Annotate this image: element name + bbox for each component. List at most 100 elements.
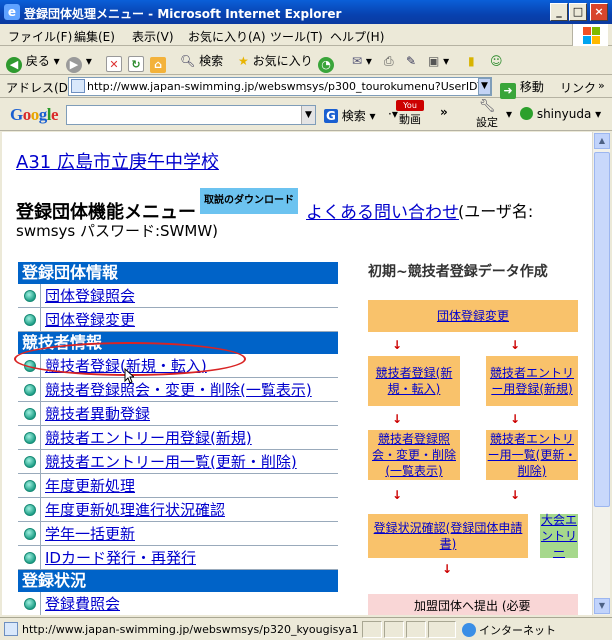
flow-entry-list-link[interactable]: 競技者エントリー用一覧(更新・削除) bbox=[486, 430, 578, 480]
menu-tools[interactable]: ツール(T) bbox=[270, 28, 323, 45]
home-button[interactable]: ⌂ bbox=[150, 51, 166, 73]
flow-tournament-entry-link[interactable]: 大会エントリー bbox=[540, 513, 578, 559]
settings-dropdown-icon[interactable]: ▾ bbox=[506, 107, 512, 121]
mail-icon: ✉ bbox=[352, 54, 363, 68]
mail-button[interactable]: ✉ ▾ bbox=[352, 51, 372, 71]
print-button[interactable]: ⎙ bbox=[384, 51, 394, 71]
function-menu: 登録団体情報 団体登録照会 団体登録変更 競技者情報 競技者登録(新規・転入) … bbox=[18, 262, 338, 615]
google-search-label: 検索 bbox=[341, 109, 366, 123]
google-search-input[interactable]: ▼ bbox=[66, 105, 316, 125]
address-input[interactable]: http://www.japan-swimming.jp/webswmsys/p… bbox=[68, 77, 492, 96]
flow-heading: 初期~競技者登録データ作成 bbox=[368, 264, 548, 280]
list-item: 団体登録照会 bbox=[18, 284, 338, 308]
address-label: アドレス(D) bbox=[6, 81, 73, 95]
status-url: http://www.japan-swimming.jp/webswmsys/p… bbox=[4, 621, 360, 638]
menu-link-grade-update[interactable]: 学年一括更新 bbox=[45, 525, 135, 543]
youtube-label: 動画 bbox=[399, 113, 421, 126]
refresh-button[interactable]: ↻ bbox=[128, 51, 144, 72]
menu-link-year-update[interactable]: 年度更新処理 bbox=[45, 477, 135, 495]
links-chevron-icon[interactable]: » bbox=[598, 79, 605, 92]
list-item: 競技者エントリー用一覧(更新・削除) bbox=[18, 450, 338, 474]
list-item: 学年一括更新 bbox=[18, 522, 338, 546]
manual-download-button[interactable]: 取説のダウンロード bbox=[200, 188, 298, 214]
menu-link-group-inquiry[interactable]: 団体登録照会 bbox=[45, 287, 135, 305]
user-name-label: (ユーザ名: bbox=[458, 202, 534, 221]
maximize-button[interactable]: □ bbox=[569, 3, 587, 21]
menu-link-year-update-status[interactable]: 年度更新処理進行状況確認 bbox=[45, 501, 225, 519]
youtube-button[interactable]: You 動画 bbox=[396, 100, 424, 127]
page-content: A31 広島市立庚午中学校 登録団体機能メニュー 取説のダウンロード よくある問… bbox=[2, 132, 592, 615]
settings-button[interactable]: 🔧︎ 設定 bbox=[472, 100, 502, 130]
messenger-icon: ☺ bbox=[490, 54, 503, 68]
stop-button[interactable]: ✕ bbox=[106, 51, 122, 72]
scroll-thumb[interactable] bbox=[594, 152, 610, 507]
stop-icon: ✕ bbox=[106, 56, 122, 72]
go-button[interactable]: ➜ 移動 bbox=[500, 78, 544, 99]
forward-button[interactable]: ▶ ▾ bbox=[66, 51, 92, 73]
close-button[interactable]: × bbox=[590, 3, 608, 21]
mouse-cursor-icon bbox=[124, 368, 134, 384]
notes-button[interactable]: ▮ bbox=[468, 51, 475, 71]
back-label: 戻る bbox=[25, 54, 50, 68]
star-icon: ★ bbox=[238, 54, 249, 68]
flow-status-check-link[interactable]: 登録状況確認(登録団体申請書) bbox=[368, 514, 528, 558]
settings-label: 設定 bbox=[476, 116, 498, 129]
google-dropdown-icon[interactable]: ▼ bbox=[301, 106, 315, 124]
standard-toolbar: ◀ 戻る ▾ ▶ ▾ ✕ ↻ ⌂ 🔍︎ 検索 ★ お気に入り ◔ ✉ ▾ ⎙ ✎… bbox=[0, 47, 612, 75]
google-user-label: shinyuda bbox=[536, 107, 592, 121]
menu-edit[interactable]: 編集(E) bbox=[74, 28, 115, 45]
flow-group-change-link[interactable]: 団体登録変更 bbox=[368, 300, 578, 332]
list-item: 団体登録変更 bbox=[18, 308, 338, 332]
favorites-label: お気に入り bbox=[252, 54, 313, 68]
minimize-button[interactable]: _ bbox=[550, 3, 568, 21]
edit-button[interactable]: ✎ bbox=[406, 51, 416, 71]
discuss-button[interactable]: ▣ ▾ bbox=[428, 51, 449, 71]
list-item: 競技者エントリー用登録(新規) bbox=[18, 426, 338, 450]
flow-athlete-list-link[interactable]: 競技者登録照会・変更・削除(一覧表示) bbox=[368, 430, 460, 480]
vertical-scrollbar[interactable]: ▲ ▼ bbox=[592, 132, 610, 615]
zone-label: インターネット bbox=[479, 624, 556, 637]
menu-link-id-card[interactable]: IDカード発行・再発行 bbox=[45, 549, 196, 567]
history-button[interactable]: ◔ bbox=[318, 51, 334, 73]
menu-link-entry-list[interactable]: 競技者エントリー用一覧(更新・削除) bbox=[45, 453, 297, 471]
address-dropdown-icon[interactable]: ▼ bbox=[478, 78, 491, 95]
search-button[interactable]: 🔍︎ 検索 bbox=[180, 51, 223, 71]
flow-arrow-icon: ↓ bbox=[392, 412, 403, 426]
globe-icon bbox=[462, 623, 476, 637]
links-button[interactable]: リンク bbox=[560, 79, 596, 96]
menu-favorites[interactable]: お気に入り(A) bbox=[188, 28, 266, 45]
flow-athlete-register-link[interactable]: 競技者登録(新規・転入) bbox=[368, 356, 460, 406]
address-url: http://www.japan-swimming.jp/webswmsys/p… bbox=[87, 80, 492, 93]
flow-arrow-icon: ↓ bbox=[510, 488, 521, 502]
bullet-icon bbox=[24, 456, 36, 468]
menu-file[interactable]: ファイル(F) bbox=[8, 28, 72, 45]
messenger-button[interactable]: ☺ bbox=[490, 51, 503, 71]
menu-view[interactable]: 表示(V) bbox=[132, 28, 174, 45]
flow-arrow-icon: ↓ bbox=[510, 338, 521, 352]
bullet-icon bbox=[24, 598, 36, 610]
edit-icon: ✎ bbox=[406, 54, 417, 68]
faq-link[interactable]: よくある問い合わせ bbox=[306, 198, 459, 223]
menu-help[interactable]: ヘルプ(H) bbox=[330, 28, 384, 45]
google-more-button[interactable]: » bbox=[440, 105, 448, 119]
menu-link-entry-register[interactable]: 競技者エントリー用登録(新規) bbox=[45, 429, 252, 447]
bullet-icon bbox=[24, 408, 36, 420]
google-account-button[interactable]: shinyuda ▾ bbox=[520, 107, 601, 121]
scroll-up-icon[interactable]: ▲ bbox=[594, 133, 610, 149]
school-name-link[interactable]: A31 広島市立庚午中学校 bbox=[16, 148, 219, 174]
flow-arrow-icon: ↓ bbox=[510, 412, 521, 426]
menu-link-fee-inquiry[interactable]: 登録費照会 bbox=[45, 595, 120, 613]
flow-entry-register-link[interactable]: 競技者エントリー用登録(新規) bbox=[486, 356, 578, 406]
account-status-icon bbox=[520, 107, 533, 120]
google-g-icon: G bbox=[324, 109, 338, 123]
youtube-icon: You bbox=[396, 100, 424, 111]
bullet-icon bbox=[24, 384, 36, 396]
google-search-button[interactable]: G 検索 ▾ bbox=[324, 107, 376, 124]
bullet-icon bbox=[24, 504, 36, 516]
back-button[interactable]: ◀ 戻る ▾ bbox=[6, 51, 60, 73]
menu-link-group-change[interactable]: 団体登録変更 bbox=[45, 311, 135, 329]
favorites-button[interactable]: ★ お気に入り bbox=[238, 51, 313, 71]
menu-link-athlete-list[interactable]: 競技者登録照会・変更・削除(一覧表示) bbox=[45, 381, 312, 399]
scroll-down-icon[interactable]: ▼ bbox=[594, 598, 610, 614]
menu-link-athlete-transfer[interactable]: 競技者異動登録 bbox=[45, 405, 150, 423]
